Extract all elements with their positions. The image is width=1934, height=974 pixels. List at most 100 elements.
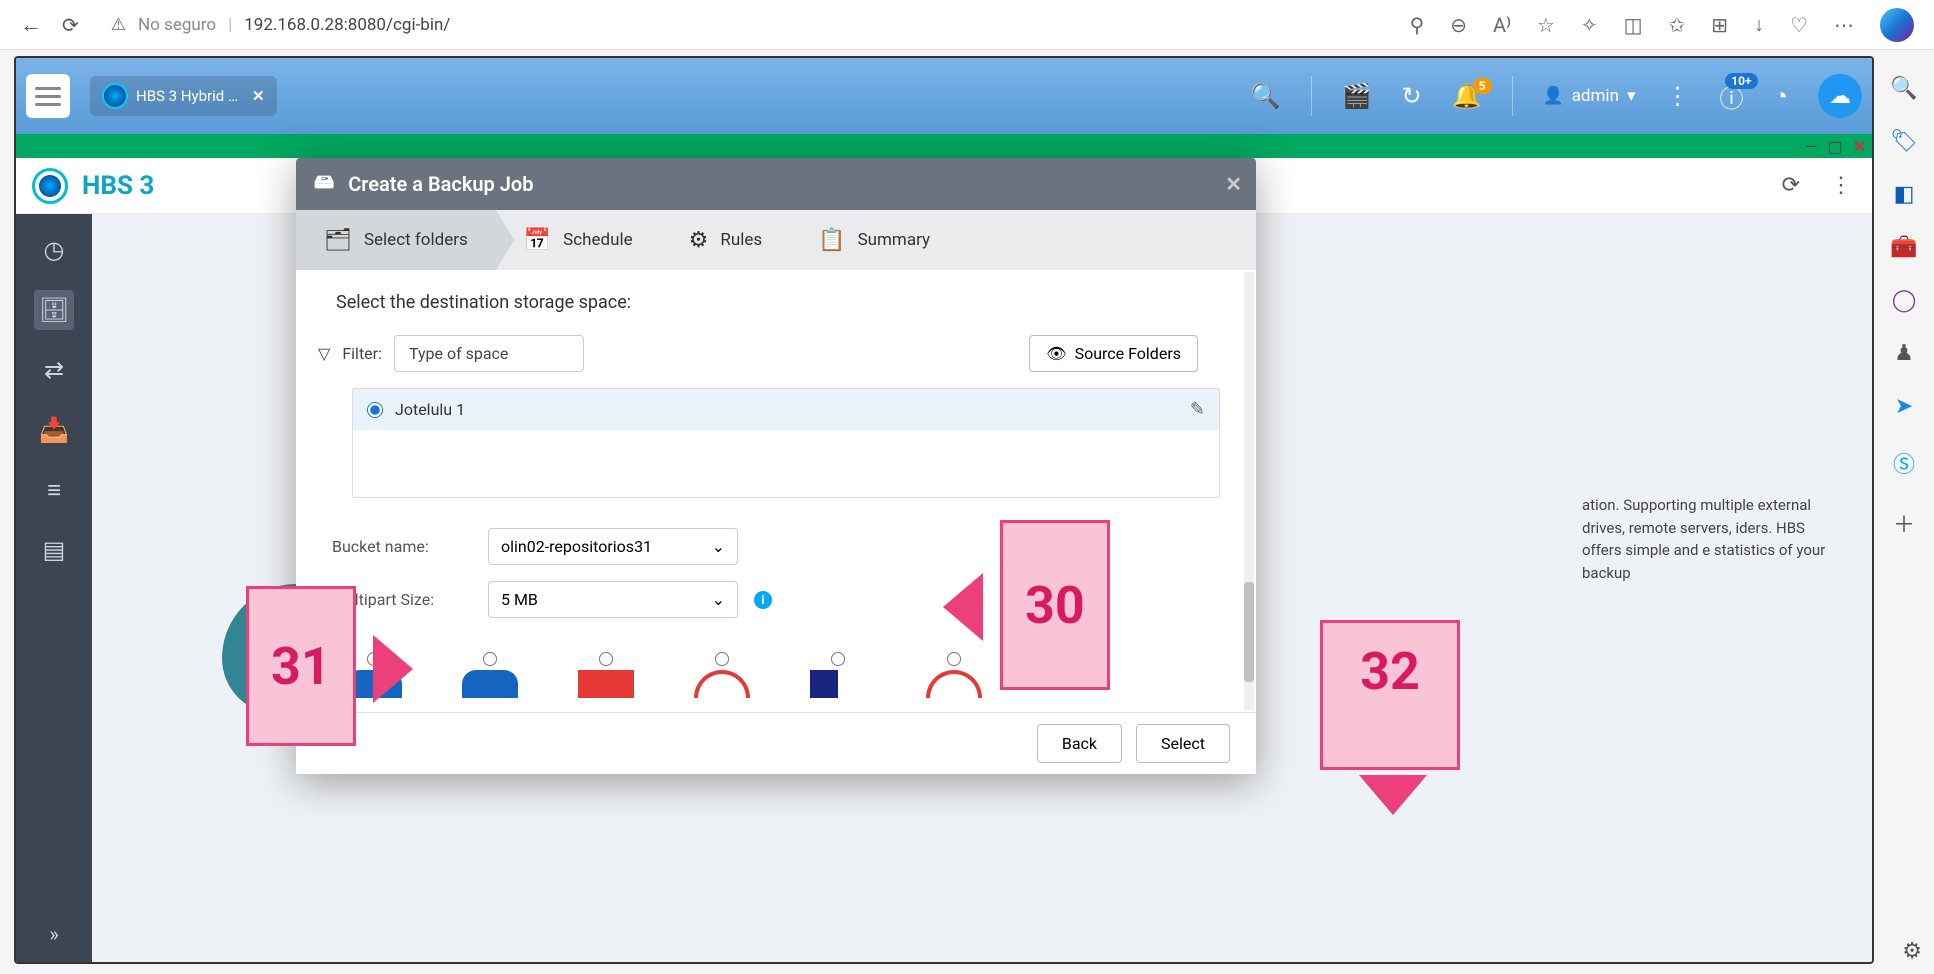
edit-destination-icon[interactable]: ✎ <box>1190 399 1205 420</box>
chevron-down-icon: ▾ <box>1627 86 1636 106</box>
app-tab-hbs[interactable]: HBS 3 Hybrid … ✕ <box>90 76 277 116</box>
dashboard-icon[interactable]: ◔ <box>1774 82 1789 111</box>
scrollbar-thumb[interactable] <box>1244 582 1254 682</box>
extensions-icon[interactable]: ✧ <box>1581 13 1598 37</box>
favorites-bar-icon[interactable]: ✩ <box>1669 13 1686 37</box>
sliders-icon: ⚙ <box>689 228 709 253</box>
skype-side-icon[interactable]: Ⓢ <box>1893 447 1915 479</box>
multipart-select[interactable]: 5 MB ⌄ <box>488 581 738 618</box>
filter-label: Filter: <box>342 344 382 363</box>
collections-icon[interactable]: ⊞ <box>1711 13 1728 37</box>
rail-logs-icon[interactable]: ▤ <box>34 530 74 570</box>
split-icon[interactable]: ◫ <box>1624 13 1643 37</box>
section-heading: Select the destination storage space: <box>336 292 1216 313</box>
qnap-topbar: HBS 3 Hybrid … ✕ 🔍 🎬 ↻ 🔔5 👤 admin ▾ ⋮ ⓘ1… <box>16 58 1872 134</box>
refresh-icon[interactable]: ⟳ <box>1782 173 1800 198</box>
more-vert-icon[interactable]: ⋮ <box>1666 82 1690 110</box>
back-icon[interactable]: ← <box>20 12 42 38</box>
destination-list: Jotelulu 1 ✎ <box>352 388 1220 498</box>
favorite-icon[interactable]: ☆ <box>1537 13 1555 37</box>
downloads-icon[interactable]: ↓ <box>1754 12 1764 37</box>
menu-icon[interactable] <box>26 74 70 118</box>
destination-radio[interactable] <box>367 402 383 418</box>
bucket-label: Bucket name: <box>332 537 472 556</box>
provider-option[interactable] <box>462 652 518 698</box>
expand-rail-icon[interactable]: » <box>49 922 58 946</box>
copilot-icon[interactable] <box>1880 8 1914 42</box>
calendar-icon: 📅 <box>524 228 551 253</box>
sync-icon[interactable]: ↻ <box>1402 82 1422 110</box>
user-icon: 👤 <box>1543 86 1564 106</box>
zoom-out-icon[interactable]: ⊖ <box>1450 13 1467 37</box>
provider-option[interactable] <box>346 652 402 698</box>
app-tab-title: HBS 3 Hybrid … <box>136 87 238 105</box>
performance-icon[interactable]: ♡ <box>1790 13 1808 37</box>
hbs-title: HBS 3 <box>82 171 154 201</box>
info-icon[interactable]: ⓘ10+ <box>1720 79 1744 114</box>
tab-summary[interactable]: 📋 Summary <box>790 210 958 270</box>
tab-rules[interactable]: ⚙ Rules <box>661 210 791 270</box>
maximize-icon[interactable]: ▢ <box>1827 137 1842 156</box>
tag-side-icon[interactable]: 🏷 <box>1890 129 1918 154</box>
source-folders-button[interactable]: 👁 Source Folders <box>1029 335 1198 372</box>
rail-storage-icon[interactable]: ≡ <box>34 470 74 510</box>
scrollbar[interactable] <box>1244 272 1254 710</box>
warning-icon: ⚠ <box>111 15 126 35</box>
toolbox-side-icon[interactable]: 🧰 <box>1890 235 1917 260</box>
tab-schedule[interactable]: 📅 Schedule <box>496 210 661 270</box>
rail-sync-icon[interactable]: ⇄ <box>34 350 74 390</box>
chevron-down-icon: ⌄ <box>712 590 725 609</box>
destination-row[interactable]: Jotelulu 1 ✎ <box>353 389 1219 430</box>
address-bar[interactable]: ⚠ No seguro | 192.168.0.28:8080/cgi-bin/ <box>99 9 1390 41</box>
bell-icon[interactable]: 🔔5 <box>1452 82 1482 110</box>
edge-sidebar: 🔍 🏷 ◧ 🧰 ◯ ♟ ➤ Ⓢ ＋ <box>1882 56 1926 539</box>
search-icon[interactable]: 🔍 <box>1251 82 1281 110</box>
office-side-icon[interactable]: ◯ <box>1892 288 1917 313</box>
create-backup-modal: 🖴 Create a Backup Job ✕ 🗂 Select folders… <box>296 158 1256 774</box>
provider-option[interactable] <box>578 652 634 698</box>
url-text: 192.168.0.28:8080/cgi-bin/ <box>244 15 450 35</box>
tab-select-folders[interactable]: 🗂 Select folders <box>296 210 496 270</box>
modal-close-icon[interactable]: ✕ <box>1225 172 1242 196</box>
destination-name: Jotelulu 1 <box>395 400 465 419</box>
user-menu[interactable]: 👤 admin ▾ <box>1543 86 1636 106</box>
cloud-icon[interactable]: ☁ <box>1818 74 1862 118</box>
outlook-side-icon[interactable]: ◧ <box>1894 182 1915 207</box>
notif-badge: 5 <box>1473 78 1492 94</box>
read-aloud-icon[interactable]: A⁾ <box>1493 13 1511 37</box>
kebab-icon[interactable]: ⋮ <box>1830 173 1852 198</box>
key-icon[interactable]: ⚲ <box>1410 13 1425 37</box>
modal-title: Create a Backup Job <box>348 172 533 196</box>
close-tab-icon[interactable]: ✕ <box>252 87 265 105</box>
rail-backup-icon[interactable]: 🗄 <box>34 290 74 330</box>
bg-teaser-text: ation. Supporting multiple external driv… <box>1582 494 1842 584</box>
provider-option[interactable] <box>810 652 866 698</box>
add-side-icon[interactable]: ＋ <box>1893 507 1915 539</box>
rail-restore-icon[interactable]: 📥 <box>34 410 74 450</box>
back-button[interactable]: Back <box>1037 724 1122 763</box>
reload-icon[interactable]: ⟳ <box>62 13 79 37</box>
info-badge: 10+ <box>1725 73 1757 89</box>
settings-gear-icon[interactable]: ⚙ <box>1902 939 1922 964</box>
more-icon[interactable]: ⋯ <box>1834 13 1854 37</box>
chevron-down-icon: ⌄ <box>712 537 725 556</box>
search-side-icon[interactable]: 🔍 <box>1890 76 1917 101</box>
info-tip-icon[interactable]: i <box>754 591 772 609</box>
minimize-icon[interactable]: — <box>1805 137 1818 156</box>
window-controls: — ▢ ✕ <box>16 134 1872 158</box>
clapper-icon[interactable]: 🎬 <box>1342 82 1372 110</box>
browser-actions: ⚲ ⊖ A⁾ ☆ ✧ ◫ ✩ ⊞ ↓ ♡ ⋯ <box>1410 8 1914 42</box>
provider-option[interactable] <box>926 652 982 698</box>
browser-toolbar: ← ⟳ ⚠ No seguro | 192.168.0.28:8080/cgi-… <box>0 0 1934 50</box>
hbs-logo-icon <box>32 168 68 204</box>
select-button[interactable]: Select <box>1136 724 1230 763</box>
provider-option[interactable] <box>694 652 750 698</box>
close-window-icon[interactable]: ✕ <box>1853 137 1866 156</box>
games-side-icon[interactable]: ♟ <box>1894 341 1914 366</box>
type-of-space-select[interactable]: Type of space <box>394 335 584 372</box>
insecure-label: No seguro <box>138 15 216 35</box>
send-side-icon[interactable]: ➤ <box>1895 394 1913 419</box>
backup-header-icon: 🖴 <box>314 167 334 201</box>
bucket-select[interactable]: olin02-repositorios31 ⌄ <box>488 528 738 565</box>
rail-overview-icon[interactable]: ◷ <box>34 230 74 270</box>
